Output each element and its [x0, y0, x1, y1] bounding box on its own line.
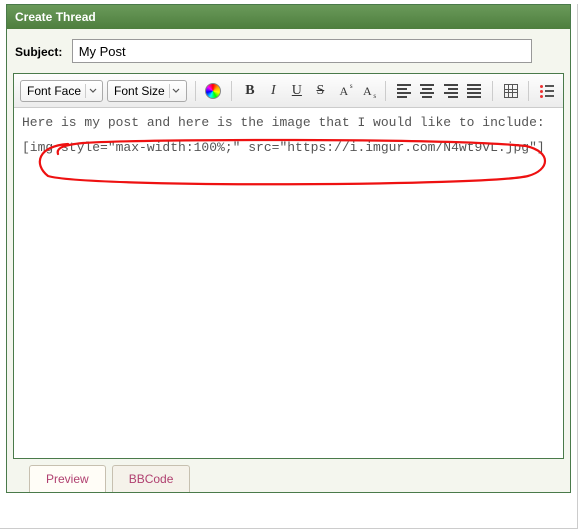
chevron-down-icon [85, 84, 99, 98]
align-center-button[interactable] [418, 81, 437, 101]
font-face-select[interactable]: Font Face [20, 80, 103, 102]
font-face-label: Font Face [27, 84, 81, 98]
align-right-button[interactable] [441, 81, 460, 101]
editor-tabs: Preview BBCode [7, 459, 570, 492]
subject-input[interactable] [72, 39, 532, 63]
list-button[interactable] [537, 81, 556, 101]
subject-row: Subject: [7, 29, 570, 73]
subscript-button[interactable]: A [358, 81, 377, 101]
underline-button[interactable]: U [287, 81, 306, 101]
font-color-button[interactable] [204, 81, 223, 101]
table-button[interactable] [501, 81, 520, 101]
list-icon [540, 85, 554, 98]
create-thread-panel: Create Thread Subject: Font Face Font Si… [6, 4, 571, 493]
tab-bbcode[interactable]: BBCode [112, 465, 191, 492]
tab-preview[interactable]: Preview [29, 465, 106, 492]
separator [195, 81, 196, 101]
separator [492, 81, 493, 101]
separator [528, 81, 529, 101]
separator [385, 81, 386, 101]
align-center-icon [420, 84, 434, 98]
align-justify-button[interactable] [464, 81, 483, 101]
bold-button[interactable]: B [240, 81, 259, 101]
editor: Font Face Font Size B I U S A A [13, 73, 564, 459]
font-size-select[interactable]: Font Size [107, 80, 187, 102]
strikethrough-button[interactable]: S [311, 81, 330, 101]
align-justify-icon [467, 84, 481, 98]
panel-title: Create Thread [7, 5, 570, 29]
align-left-button[interactable] [394, 81, 413, 101]
color-wheel-icon [205, 83, 221, 99]
editor-textarea[interactable]: Here is my post and here is the image th… [14, 108, 563, 458]
italic-button[interactable]: I [264, 81, 283, 101]
superscript-button[interactable]: A [334, 81, 353, 101]
editor-line: [img style="max-width:100%;" src="https:… [22, 139, 555, 158]
font-size-label: Font Size [114, 84, 165, 98]
separator [231, 81, 232, 101]
editor-toolbar: Font Face Font Size B I U S A A [14, 74, 563, 108]
subject-label: Subject: [15, 45, 62, 59]
chevron-down-icon [169, 84, 183, 98]
editor-line: Here is my post and here is the image th… [22, 114, 555, 133]
table-icon [504, 84, 518, 98]
align-right-icon [444, 84, 458, 98]
align-left-icon [397, 84, 411, 98]
